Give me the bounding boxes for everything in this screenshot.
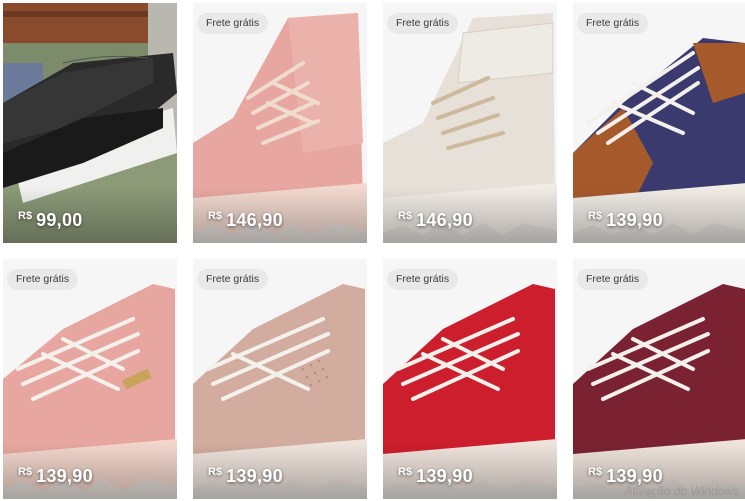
free-shipping-badge: Frete grátis — [197, 13, 269, 34]
product-card[interactable]: Frete grátis R$ 146,90 — [383, 3, 557, 243]
product-price: R$ 146,90 — [398, 210, 473, 230]
product-price: R$ 139,90 — [588, 210, 663, 230]
free-shipping-badge: Frete grátis — [197, 269, 269, 290]
product-card[interactable]: R$ 99,00 — [3, 3, 177, 243]
product-card[interactable]: Frete grátis R$ 139,90 — [3, 259, 177, 499]
free-shipping-badge: Frete grátis — [387, 269, 459, 290]
product-card[interactable]: Frete grátis R$ 139,90 — [193, 259, 367, 499]
product-price: R$ 139,90 — [18, 466, 93, 486]
product-price: R$ 139,90 — [208, 466, 283, 486]
product-card[interactable]: Frete grátis R$ 139,90 — [573, 3, 745, 243]
windows-activation-watermark: Ativação do Windows — [624, 484, 739, 498]
product-price: R$ 99,00 — [18, 210, 83, 230]
product-price: R$ 146,90 — [208, 210, 283, 230]
free-shipping-badge: Frete grátis — [7, 269, 79, 290]
product-grid: R$ 99,00 Frete grátis R$ 146,90 Frete gr… — [0, 0, 745, 501]
free-shipping-badge: Frete grátis — [387, 13, 459, 34]
product-card[interactable]: Frete grátis R$ 146,90 — [193, 3, 367, 243]
free-shipping-badge: Frete grátis — [577, 13, 649, 34]
product-card[interactable]: Frete grátis R$ 139,90 — [383, 259, 557, 499]
product-card[interactable]: Frete grátis R$ 139,90 — [573, 259, 745, 499]
product-price: R$ 139,90 — [398, 466, 473, 486]
free-shipping-badge: Frete grátis — [577, 269, 649, 290]
